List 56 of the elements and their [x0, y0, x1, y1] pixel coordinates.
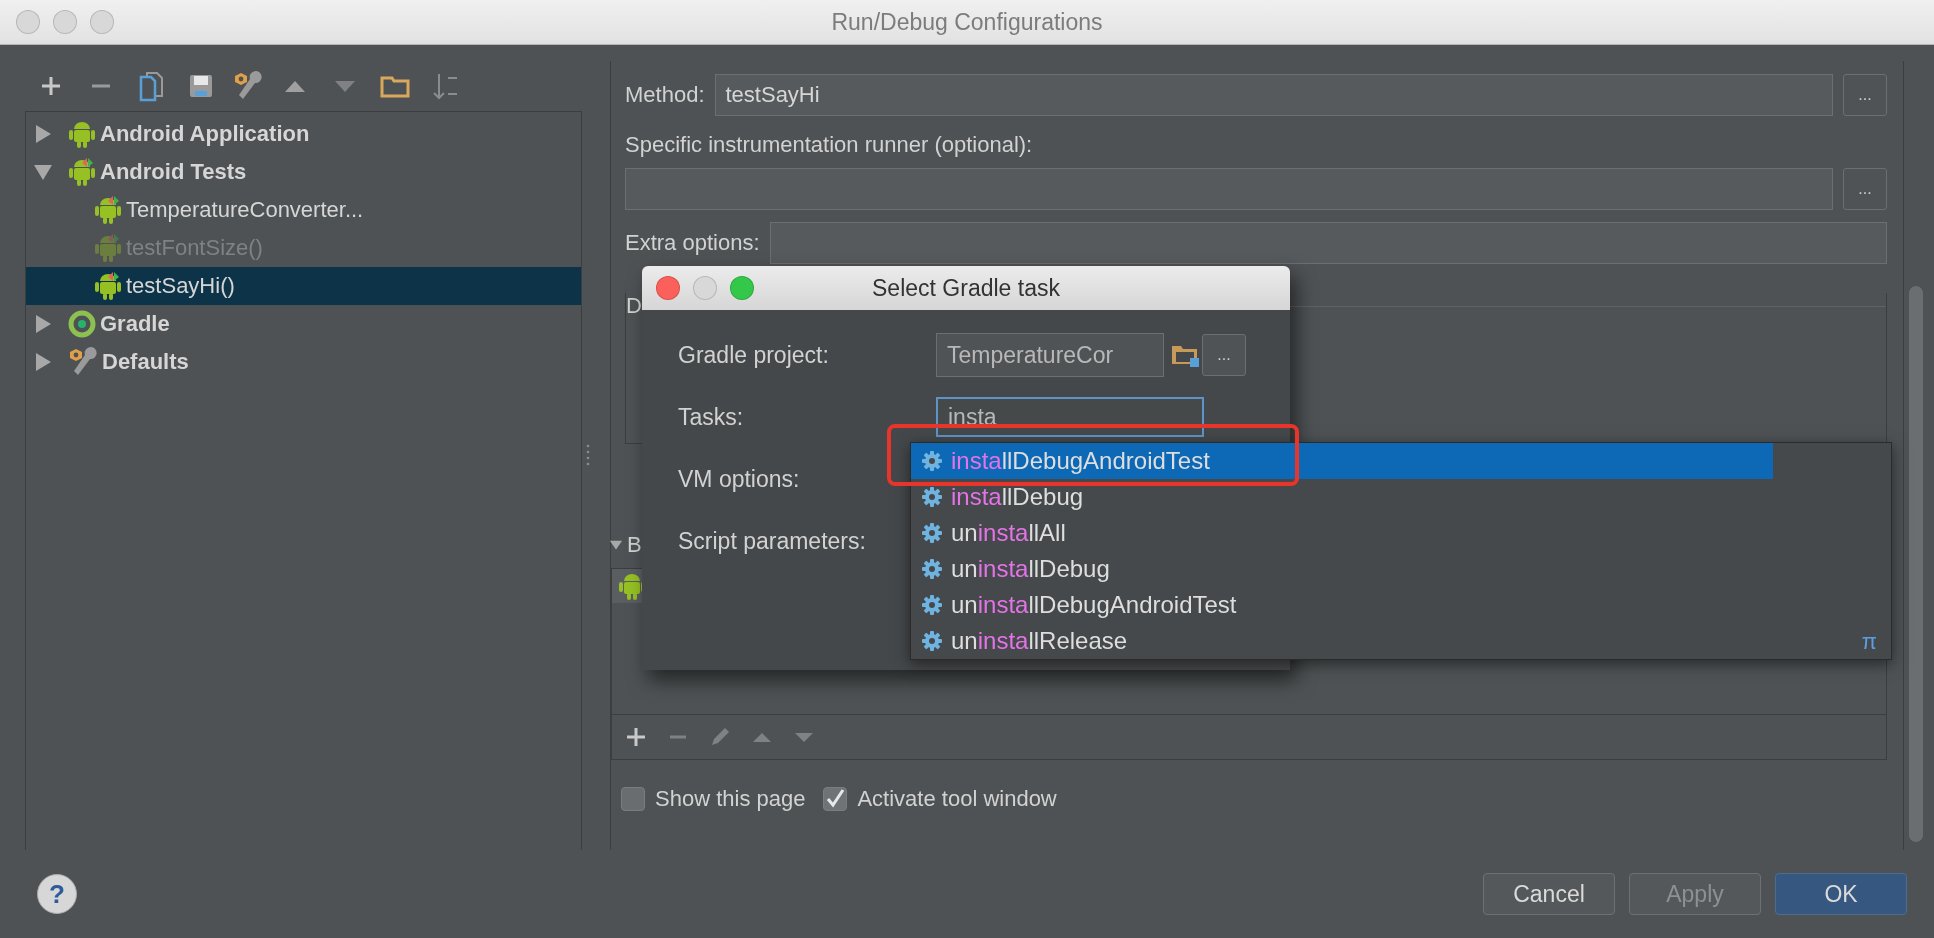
field-label: Method:: [625, 82, 705, 108]
completion-item[interactable]: uninstallRelease: [911, 623, 1773, 659]
input-field[interactable]: [769, 222, 1887, 264]
add-icon[interactable]: [624, 725, 648, 749]
tree-item[interactable]: Defaults: [26, 343, 581, 381]
completion-item[interactable]: uninstallAll: [911, 515, 1773, 551]
close-button[interactable]: [16, 10, 40, 34]
browse-button[interactable]: ...: [1843, 74, 1887, 116]
tree-item[interactable]: Android Tests: [26, 153, 581, 191]
dialog-button[interactable]: Cancel: [1483, 873, 1615, 915]
android-icon: [68, 119, 96, 149]
android-icon: [94, 195, 122, 225]
help-button[interactable]: ?: [37, 874, 77, 914]
browse-button[interactable]: ...: [1843, 168, 1887, 210]
splitter-handle[interactable]: [584, 443, 592, 468]
group-title: B: [627, 532, 642, 558]
checkbox[interactable]: [621, 787, 645, 811]
tree-item[interactable]: Gradle: [26, 305, 581, 343]
completion-item[interactable]: uninstallDebugAndroidTest: [911, 587, 1773, 623]
completion-item[interactable]: installDebugAndroidTest: [911, 443, 1773, 479]
scrollbar-thumb[interactable]: [1909, 286, 1923, 842]
tree-item[interactable]: Android Application: [26, 115, 581, 153]
dialog-button[interactable]: OK: [1775, 873, 1907, 915]
tree-item[interactable]: TemperatureConverter...: [26, 191, 581, 229]
checkbox[interactable]: [823, 787, 848, 811]
minimize-button[interactable]: [53, 10, 77, 34]
field-label: Tasks:: [678, 403, 744, 431]
field-label: Script parameters:: [678, 527, 866, 555]
minimize-button[interactable]: [693, 276, 717, 300]
browse-button[interactable]: ...: [1202, 334, 1246, 376]
gradle-icon: [68, 310, 96, 338]
field-label: VM options:: [678, 465, 800, 493]
group-title: D: [626, 293, 642, 319]
zoom-button[interactable]: [90, 10, 114, 34]
completion-item[interactable]: installDebug: [911, 479, 1773, 515]
completion-item[interactable]: uninstallDebug: [911, 551, 1773, 587]
checkbox-label: Show this page: [655, 786, 806, 812]
edit-defaults-icon: [233, 71, 263, 101]
close-button[interactable]: [656, 276, 680, 300]
zoom-button[interactable]: [730, 276, 754, 300]
collapse-arrow-icon[interactable]: [609, 538, 623, 552]
tree-item[interactable]: testSayHi(): [26, 267, 581, 305]
android-icon: [94, 233, 122, 263]
android-icon: [94, 271, 122, 301]
popup-corner-text: π: [1861, 629, 1877, 655]
input-field[interactable]: testSayHi: [714, 74, 1833, 116]
window-title: Run/Debug Configurations: [830, 8, 1104, 36]
android-icon: [68, 157, 96, 187]
wrench-icon: [68, 347, 98, 377]
input-field[interactable]: [625, 168, 1833, 210]
checkbox-label: Activate tool window: [857, 786, 1057, 812]
input-field[interactable]: TemperatureCor: [936, 333, 1164, 377]
field-label: Gradle project:: [678, 341, 829, 369]
field-label: Specific instrumentation runner (optional):: [625, 132, 1033, 158]
field-label: Extra options:: [625, 230, 760, 256]
dialog-title: Select Gradle task: [871, 274, 1061, 302]
